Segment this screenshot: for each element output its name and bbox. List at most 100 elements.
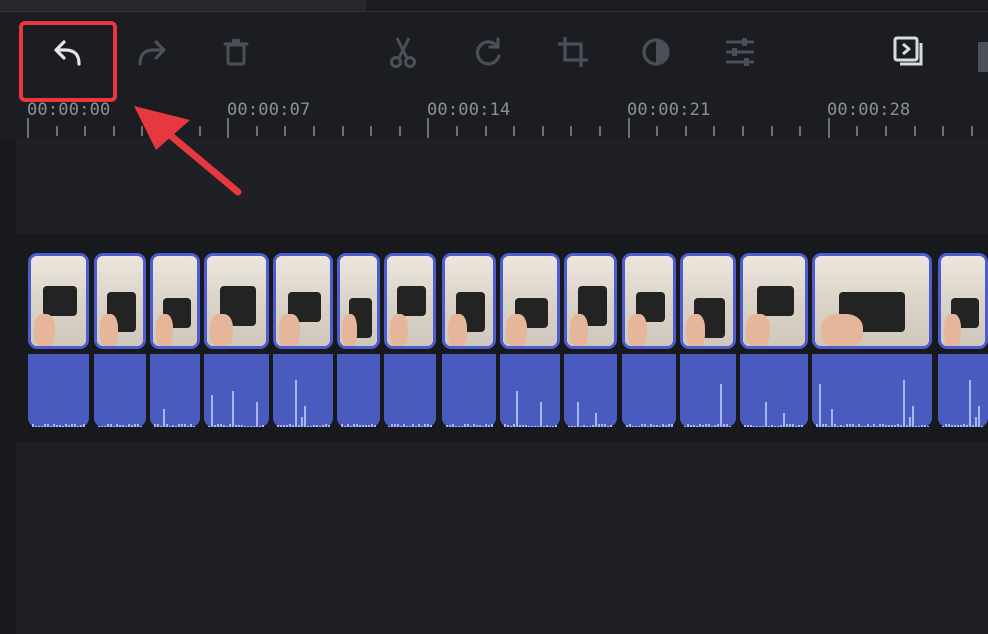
rotate-button[interactable] bbox=[466, 30, 510, 74]
timeline-clip[interactable] bbox=[740, 253, 808, 427]
timeline-clip[interactable] bbox=[28, 253, 89, 427]
waveform-bar bbox=[344, 426, 346, 427]
waveform-bar bbox=[834, 424, 836, 427]
waveform-bar bbox=[659, 426, 661, 427]
waveform-bar bbox=[595, 413, 597, 427]
waveform-bar bbox=[238, 425, 240, 427]
waveform-bar bbox=[831, 409, 833, 427]
waveform-bar bbox=[822, 424, 824, 427]
waveform-bar bbox=[292, 425, 294, 427]
waveform-bar bbox=[458, 426, 460, 427]
waveform-bar bbox=[574, 426, 576, 427]
ruler-tick bbox=[484, 126, 487, 136]
clip-thumbnail bbox=[204, 253, 269, 349]
waveform-bar bbox=[684, 426, 686, 427]
crop-button[interactable] bbox=[551, 30, 595, 74]
empty-track[interactable] bbox=[16, 442, 988, 634]
timeline-clip[interactable] bbox=[94, 253, 146, 427]
clip-audio-waveform bbox=[938, 354, 988, 427]
waveform-bar bbox=[525, 425, 527, 427]
waveform-bar bbox=[668, 424, 670, 427]
waveform-bar bbox=[214, 425, 216, 427]
waveform-bar bbox=[32, 424, 34, 427]
waveform-bar bbox=[665, 425, 667, 427]
waveform-bar bbox=[978, 406, 980, 427]
waveform-bar bbox=[101, 426, 103, 427]
timeline-clip[interactable] bbox=[938, 253, 988, 427]
transition-button[interactable] bbox=[886, 30, 930, 74]
timeline-clip[interactable] bbox=[204, 253, 269, 427]
waveform-bar bbox=[307, 426, 309, 427]
waveform-bar bbox=[107, 424, 109, 427]
waveform-bar bbox=[134, 424, 136, 427]
waveform-bar bbox=[729, 426, 731, 427]
waveform-bar bbox=[531, 426, 533, 427]
crop-icon bbox=[558, 37, 588, 67]
waveform-bar bbox=[253, 426, 255, 427]
timeline-clip[interactable] bbox=[500, 253, 560, 427]
undo-button[interactable] bbox=[46, 30, 90, 74]
marker-icon[interactable] bbox=[978, 42, 988, 72]
waveform-bar bbox=[403, 424, 405, 427]
delete-button[interactable] bbox=[214, 30, 258, 74]
waveform-bar bbox=[870, 426, 872, 427]
waveform-bar bbox=[879, 424, 881, 427]
waveform-bar bbox=[792, 424, 794, 427]
color-adjust-button[interactable] bbox=[634, 30, 678, 74]
waveform-bar bbox=[963, 424, 965, 427]
timeline-clip[interactable] bbox=[337, 253, 380, 427]
waveform-bar bbox=[540, 402, 542, 427]
clip-thumbnail bbox=[740, 253, 808, 349]
waveform-bar bbox=[241, 425, 243, 427]
undo-icon bbox=[54, 40, 81, 66]
waveform-bar bbox=[181, 424, 183, 427]
timeline-clip[interactable] bbox=[150, 253, 200, 427]
waveform-bar bbox=[119, 425, 121, 427]
ruler-tick bbox=[427, 118, 430, 138]
waveform-bar bbox=[283, 425, 285, 427]
timeline-clip[interactable] bbox=[384, 253, 436, 427]
timeline-clip[interactable] bbox=[564, 253, 617, 427]
ruler-tick bbox=[55, 126, 58, 136]
timeline-clip[interactable] bbox=[622, 253, 676, 427]
waveform-bar bbox=[720, 384, 722, 427]
waveform-bar bbox=[286, 425, 288, 427]
waveform-bar bbox=[626, 425, 628, 427]
clip-audio-waveform bbox=[812, 354, 932, 427]
timeline-clip[interactable] bbox=[442, 253, 496, 427]
waveform-bar bbox=[53, 424, 55, 427]
timeline-clip[interactable] bbox=[680, 253, 736, 427]
clip-audio-waveform bbox=[337, 354, 380, 427]
waveform-bar bbox=[702, 425, 704, 427]
waveform-bar bbox=[635, 426, 637, 427]
waveform-bar bbox=[756, 426, 758, 427]
waveform-bar bbox=[341, 424, 343, 427]
waveform-bar bbox=[175, 426, 177, 427]
waveform-bar bbox=[546, 425, 548, 427]
waveform-bar bbox=[656, 425, 658, 427]
waveform-bar bbox=[289, 424, 291, 427]
waveform-bar bbox=[604, 424, 606, 427]
timeline-clip[interactable] bbox=[273, 253, 333, 427]
waveform-bar bbox=[74, 424, 76, 427]
waveform-bar bbox=[927, 426, 929, 427]
redo-button[interactable] bbox=[131, 30, 175, 74]
waveform-bar bbox=[295, 380, 297, 427]
clip-thumbnail bbox=[28, 253, 89, 349]
waveform-bar bbox=[229, 424, 231, 427]
split-button[interactable] bbox=[381, 30, 425, 74]
waveform-bar bbox=[711, 426, 713, 427]
clip-audio-waveform bbox=[384, 354, 436, 427]
waveform-bar bbox=[846, 424, 848, 427]
ruler-tick bbox=[970, 126, 973, 136]
waveform-bar bbox=[328, 425, 330, 427]
waveform-bar bbox=[313, 425, 315, 427]
rotate-icon bbox=[475, 37, 501, 66]
clip-audio-waveform bbox=[442, 354, 496, 427]
waveform-bar bbox=[888, 425, 890, 427]
properties-button[interactable] bbox=[718, 30, 762, 74]
timeline-clip[interactable] bbox=[812, 253, 932, 427]
waveform-bar bbox=[629, 424, 631, 427]
ruler-tick bbox=[284, 126, 287, 136]
waveform-bar bbox=[397, 424, 399, 427]
